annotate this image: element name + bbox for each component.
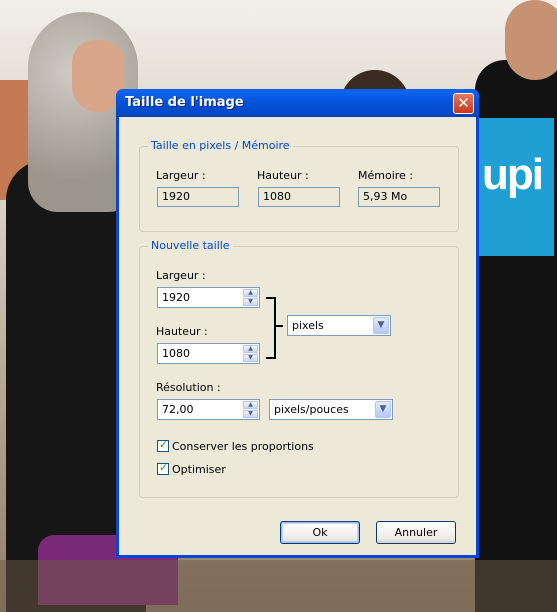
width-spin-up-icon[interactable]: ▲ [243,289,258,297]
height-input[interactable]: 1080 [162,347,190,360]
image-size-dialog: Taille de l'image ✕ Taille en pixels / M… [116,89,479,558]
width-spin-down-icon[interactable]: ▼ [243,298,258,306]
pixel-memory-legend: Taille en pixels / Mémoire [148,139,293,152]
resolution-spin-up-icon[interactable]: ▲ [243,401,258,409]
memory-label: Mémoire : [358,169,414,182]
chevron-down-icon[interactable]: ▼ [375,401,391,418]
dialog-title: Taille de l'image [125,95,244,110]
close-icon: ✕ [457,94,470,112]
pixel-memory-group: Taille en pixels / Mémoire Largeur : 192… [139,139,459,232]
new-width-label: Largeur : [156,269,206,282]
keep-proportions-checkbox[interactable]: ✓ Conserver les proportions [157,438,314,453]
optimize-checkbox[interactable]: ✓ Optimiser [157,461,226,476]
optimize-box[interactable]: ✓ [157,461,169,475]
background-floor [0,560,557,612]
check-icon: ✓ [159,461,169,474]
unit-select[interactable]: pixels ▼ [287,315,391,336]
resolution-spin: ▲ ▼ [243,401,258,418]
ok-button[interactable]: Ok [280,521,360,544]
title-bar[interactable]: Taille de l'image ✕ [116,89,479,117]
height-spin-down-icon[interactable]: ▼ [243,354,258,362]
width-input[interactable]: 1920 [162,291,190,304]
link-bracket-tick [274,325,283,327]
resolution-input[interactable]: 72,00 [162,403,194,416]
link-bracket-icon [266,297,276,359]
new-height-label: Hauteur : [156,325,208,338]
cancel-button[interactable]: Annuler [376,521,456,544]
height-spin: ▲ ▼ [243,345,258,362]
current-height-label: Hauteur : [257,169,309,182]
resolution-unit-value: pixels/pouces [274,403,349,416]
new-size-legend: Nouvelle taille [148,239,233,252]
close-button[interactable]: ✕ [453,93,474,114]
width-spin: ▲ ▼ [243,289,258,306]
resolution-spin-down-icon[interactable]: ▼ [243,410,258,418]
keep-proportions-box[interactable]: ✓ [157,438,169,452]
unit-select-value: pixels [292,319,324,332]
keep-proportions-label[interactable]: Conserver les proportions [172,440,314,453]
check-icon: ✓ [159,438,169,451]
optimize-label[interactable]: Optimiser [172,463,226,476]
resolution-unit-select[interactable]: pixels/pouces ▼ [269,399,393,420]
width-stepper[interactable]: 1920 ▲ ▼ [157,287,260,308]
height-stepper[interactable]: 1080 ▲ ▼ [157,343,260,364]
background-sign-text: upi [482,150,544,199]
current-width-value: 1920 [157,187,239,207]
new-size-group: Nouvelle taille Largeur : 1920 ▲ ▼ Haute… [139,239,459,498]
chevron-down-icon[interactable]: ▼ [373,317,389,334]
resolution-label: Résolution : [156,381,221,394]
background-man-head [505,0,557,80]
current-height-value: 1080 [258,187,340,207]
current-width-label: Largeur : [156,169,206,182]
resolution-stepper[interactable]: 72,00 ▲ ▼ [157,399,260,420]
height-spin-up-icon[interactable]: ▲ [243,345,258,353]
memory-value: 5,93 Mo [358,187,440,207]
